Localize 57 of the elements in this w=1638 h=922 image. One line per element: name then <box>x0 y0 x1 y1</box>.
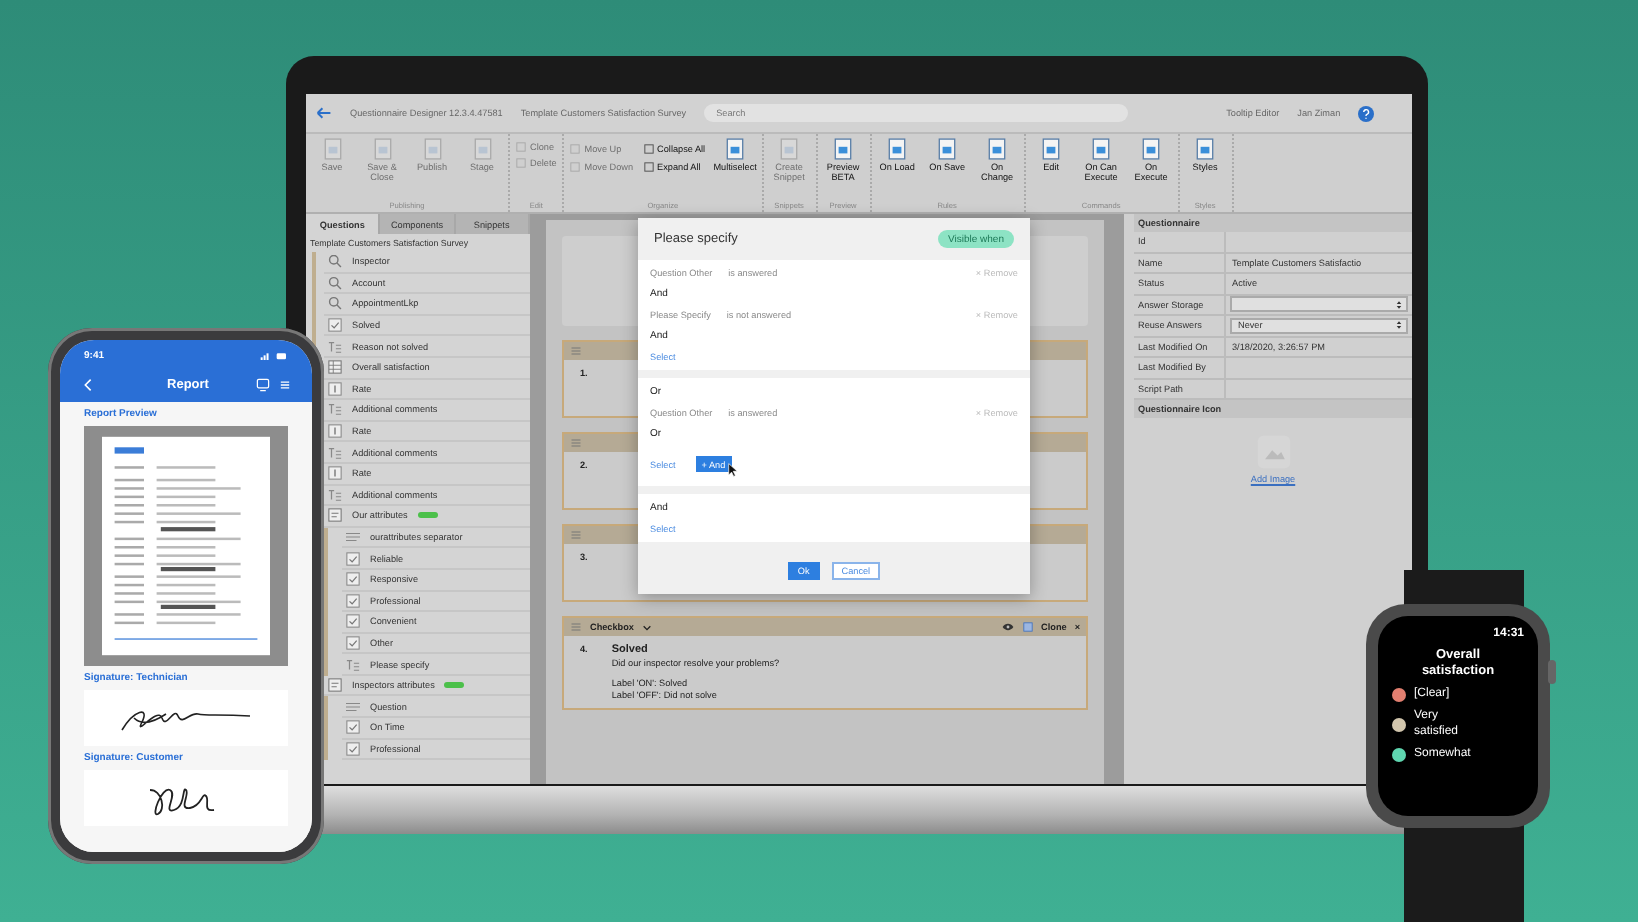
checkbox-icon <box>346 551 360 566</box>
eye-icon[interactable] <box>1001 622 1014 632</box>
small-square-icon <box>643 162 654 173</box>
number-box-icon <box>328 381 342 396</box>
menu-icon[interactable] <box>278 377 292 391</box>
document-icon <box>832 138 855 160</box>
document-icon <box>1040 138 1063 160</box>
checkbox-icon <box>346 635 360 650</box>
grip-icon[interactable] <box>570 530 582 540</box>
watch-band <box>1404 820 1524 922</box>
magnifier-icon <box>328 275 342 290</box>
grip-icon[interactable] <box>570 622 582 632</box>
small-square-icon <box>643 143 654 154</box>
back-chevron-icon[interactable] <box>84 377 92 391</box>
image-placeholder-icon <box>1255 434 1291 470</box>
document-icon <box>886 138 909 160</box>
checkbox-icon <box>346 614 360 629</box>
back-arrow-icon[interactable] <box>316 106 332 120</box>
checkbox-icon <box>346 572 360 587</box>
text-lines-icon <box>346 657 360 672</box>
checkbox-icon <box>328 318 342 333</box>
document-icon <box>724 138 747 160</box>
caret-icon[interactable] <box>641 623 652 631</box>
text-lines-icon <box>328 445 342 460</box>
checkbox-icon <box>346 741 360 756</box>
text-lines-icon <box>328 339 342 354</box>
small-square-icon <box>570 162 581 173</box>
small-square-icon <box>516 142 526 152</box>
form-icon <box>328 678 342 693</box>
document-icon <box>1140 138 1163 160</box>
updown-arrows-icon <box>1396 299 1402 310</box>
number-box-icon <box>328 466 342 481</box>
lines-icon <box>346 530 360 545</box>
document-icon <box>986 138 1009 160</box>
text-lines-icon <box>328 487 342 502</box>
small-square-icon <box>570 143 581 154</box>
magnifier-icon <box>328 254 342 269</box>
document-icon <box>936 138 959 160</box>
signal-battery-icon <box>260 351 288 359</box>
document-icon <box>1090 138 1113 160</box>
form-icon <box>328 508 342 523</box>
help-icon[interactable] <box>1358 105 1375 121</box>
mouse-cursor-icon <box>727 462 738 478</box>
monitor-icon[interactable] <box>256 377 270 391</box>
updown-arrows-icon <box>1396 320 1402 331</box>
lines-icon <box>346 699 360 714</box>
small-square-icon <box>516 158 526 168</box>
watch-crown <box>1548 660 1556 684</box>
checkbox-icon <box>346 720 360 735</box>
property-dropdown[interactable] <box>1230 296 1408 313</box>
text-lines-icon <box>328 402 342 417</box>
document-icon <box>1194 138 1217 160</box>
grip-icon[interactable] <box>570 438 582 448</box>
checkbox-icon <box>346 593 360 608</box>
grip-icon[interactable] <box>570 346 582 356</box>
number-box-icon <box>328 424 342 439</box>
magnifier-icon <box>328 296 342 311</box>
